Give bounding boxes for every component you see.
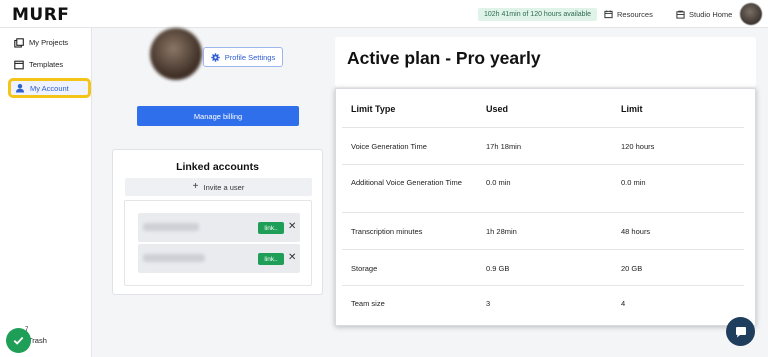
sidebar-item-label: My Account — [30, 83, 69, 93]
invite-user-label: Invite a user — [203, 182, 245, 192]
redacted-account-name — [143, 223, 199, 231]
sidebar-item-my-account[interactable]: My Account — [8, 78, 91, 98]
used-cell: 0.9 GB — [486, 264, 510, 273]
checkmark-icon — [13, 336, 24, 345]
chat-icon — [735, 326, 746, 337]
used-cell: 0.0 min — [486, 178, 511, 187]
plan-limits-table: Limit Type Used Limit Voice Generation T… — [335, 88, 756, 326]
user-avatar[interactable] — [740, 3, 762, 25]
table-row: Additional Voice Generation Time 0.0 min… — [342, 165, 744, 213]
profile-settings-label: Profile Settings — [224, 52, 276, 62]
plus-icon: + — [192, 181, 199, 192]
limit-type-cell: Team size — [351, 299, 385, 308]
used-cell: 17h 18min — [486, 142, 522, 151]
profile-avatar — [150, 28, 202, 80]
resources-icon — [604, 10, 613, 19]
gear-icon — [211, 52, 220, 62]
plan-header: Active plan - Pro yearly — [335, 37, 756, 87]
table-row: Team size 3 4 — [342, 286, 744, 323]
limit-cell: 120 hours — [621, 142, 655, 151]
limit-cell: 0.0 min — [621, 178, 646, 187]
chat-support-button[interactable] — [726, 317, 755, 346]
limit-type-cell: Voice Generation Time — [351, 142, 427, 151]
resources-link[interactable]: Resources — [604, 8, 653, 21]
sidebar-item-my-projects[interactable]: My Projects — [8, 34, 91, 51]
redacted-account-name — [143, 254, 205, 262]
sidebar-item-label: My Projects — [29, 38, 69, 47]
projects-icon — [14, 37, 24, 48]
limit-cell: 20 GB — [621, 264, 643, 273]
limit-type-cell: Storage — [351, 264, 378, 273]
templates-icon — [14, 60, 24, 69]
used-cell: 1h 28min — [486, 227, 517, 236]
column-header-used: Used — [486, 104, 509, 114]
sidebar: My Projects Templates My Account — [0, 28, 92, 357]
studio-home-link[interactable]: Studio Home — [676, 8, 732, 21]
user-icon — [16, 84, 24, 93]
manage-billing-button[interactable]: Manage billing — [137, 106, 299, 126]
used-cell: 3 — [486, 299, 491, 308]
table-row: Voice Generation Time 17h 18min 120 hour… — [342, 128, 744, 165]
linked-accounts-card: Linked accounts + Invite a user link.. ✕… — [112, 149, 323, 295]
link-button[interactable]: link.. — [258, 222, 284, 234]
sidebar-item-label: Templates — [29, 60, 64, 69]
profile-settings-button[interactable]: Profile Settings — [203, 47, 283, 67]
limit-type-cell: Additional Voice Generation Time — [351, 178, 462, 187]
limit-cell: 48 hours — [621, 227, 651, 236]
limit-type-cell: Transcription minutes — [351, 227, 423, 236]
list-item: link.. ✕ — [138, 244, 300, 273]
invite-user-button[interactable]: + Invite a user — [125, 178, 312, 196]
linked-accounts-title: Linked accounts — [176, 161, 259, 173]
link-button[interactable]: link.. — [258, 253, 284, 265]
studio-home-icon — [676, 10, 685, 19]
hours-available-badge: 102h 41min of 120 hours available — [478, 8, 598, 21]
linked-accounts-list: link.. ✕ link.. ✕ — [124, 200, 312, 286]
table-row: Storage 0.9 GB 20 GB — [342, 250, 744, 286]
plan-title: Active plan - Pro yearly — [347, 48, 541, 68]
top-bar: MURF 102h 41min of 120 hours available R… — [0, 0, 768, 28]
table-header-row: Limit Type Used Limit — [342, 89, 744, 128]
resources-label: Resources — [617, 10, 653, 19]
remove-account-icon[interactable]: ✕ — [288, 221, 296, 233]
sidebar-item-templates[interactable]: Templates — [8, 56, 91, 73]
table-row: Transcription minutes 1h 28min 48 hours — [342, 213, 744, 250]
remove-account-icon[interactable]: ✕ — [288, 252, 296, 264]
column-header-limit-type: Limit Type — [351, 104, 396, 114]
murf-logo[interactable]: MURF — [12, 5, 69, 25]
list-item: link.. ✕ — [138, 213, 300, 242]
checklist-count-badge: 7 — [25, 327, 29, 333]
column-header-limit: Limit — [621, 104, 643, 114]
studio-home-label: Studio Home — [689, 10, 733, 19]
limit-cell: 4 — [621, 299, 626, 308]
